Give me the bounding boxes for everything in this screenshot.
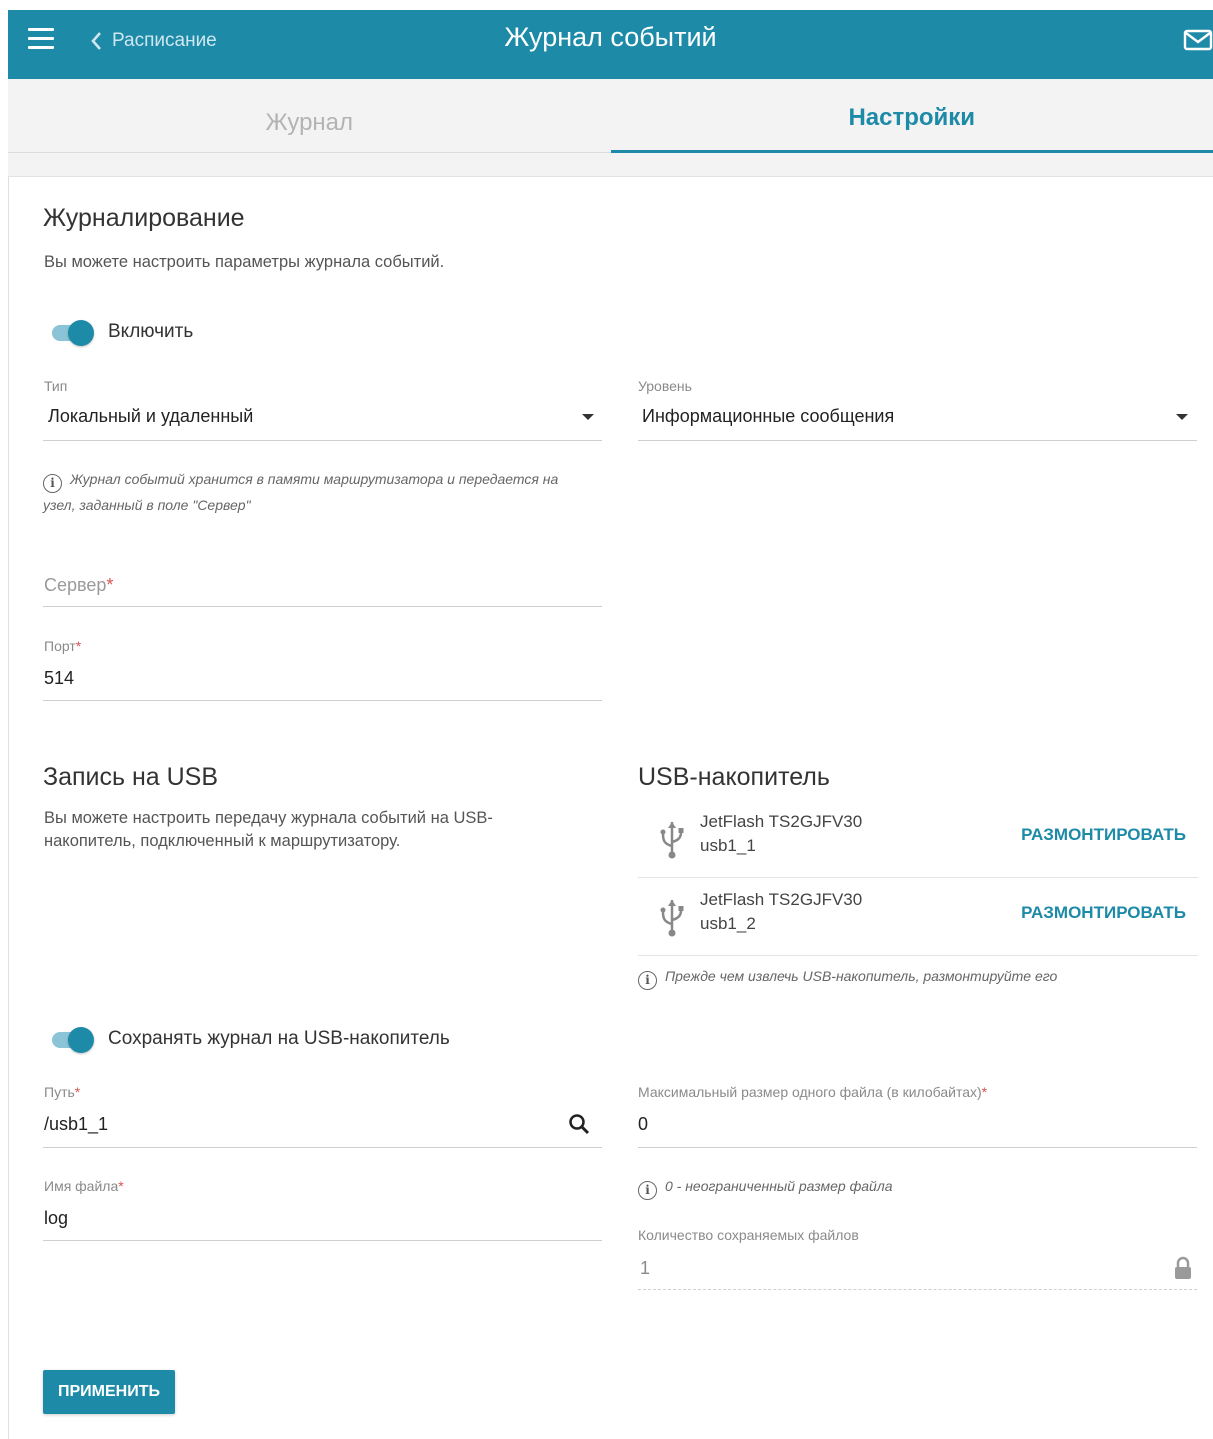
max-size-underline <box>638 1147 1197 1148</box>
server-input[interactable]: Сервер* <box>44 575 113 596</box>
max-size-label: Максимальный размер одного файла (в кило… <box>638 1084 988 1100</box>
lock-icon <box>1175 1256 1191 1279</box>
usb-device-row: JetFlash TS2GJFV30 usb1_2 РАЗМОНТИРОВАТЬ <box>638 878 1198 956</box>
type-note-line2: узел, заданный в поле "Сервер" <box>43 497 251 513</box>
tab-settings[interactable]: Настройки <box>610 79 1213 153</box>
save-usb-toggle[interactable] <box>48 1027 94 1053</box>
server-underline <box>43 606 602 607</box>
usb-drive-note: i Прежде чем извлечь USB-накопитель, разм… <box>638 964 1198 990</box>
row-divider <box>638 955 1198 956</box>
tab-journal[interactable]: Журнал <box>8 79 611 152</box>
filename-underline <box>43 1240 602 1241</box>
port-input[interactable]: 514 <box>44 668 74 689</box>
caret-down-icon[interactable] <box>582 414 594 420</box>
usb-device-id: usb1_1 <box>700 836 756 855</box>
usb-icon <box>660 822 684 859</box>
level-underline <box>638 440 1197 441</box>
enable-label: Включить <box>108 321 194 342</box>
info-icon: i <box>638 1181 657 1200</box>
logging-description: Вы можете настроить параметры журнала со… <box>44 253 445 271</box>
logging-heading: Журналирование <box>43 204 245 232</box>
usb-icon <box>660 900 684 937</box>
server-placeholder: Сервер <box>44 575 107 595</box>
type-select[interactable]: Локальный и удаленный <box>48 406 598 432</box>
enable-toggle[interactable] <box>48 320 94 346</box>
file-count-underline <box>638 1289 1197 1290</box>
filename-input[interactable]: log <box>44 1208 68 1229</box>
max-size-note: i0 - неограниченный размер файла <box>638 1174 1198 1200</box>
usb-device-name: JetFlash TS2GJFV30 <box>700 890 863 909</box>
save-usb-label: Сохранять журнал на USB-накопитель <box>108 1028 450 1049</box>
level-label: Уровень <box>638 378 692 394</box>
file-count-label: Количество сохраняемых файлов <box>638 1227 859 1243</box>
usb-drive-heading: USB-накопитель <box>638 763 830 791</box>
level-select[interactable]: Информационные сообщения <box>642 406 1192 432</box>
type-label: Тип <box>44 378 68 394</box>
tab-bar: Журнал Настройки <box>8 79 1213 153</box>
unmount-button[interactable]: РАЗМОНТИРОВАТЬ <box>1021 825 1186 845</box>
info-icon: i <box>638 971 657 990</box>
unmount-button[interactable]: РАЗМОНТИРОВАТЬ <box>1021 903 1186 923</box>
apply-button[interactable]: ПРИМЕНИТЬ <box>43 1370 175 1414</box>
usb-device-name: JetFlash TS2GJFV30 <box>700 812 863 831</box>
tab-divider <box>8 153 1213 177</box>
usb-device-row: JetFlash TS2GJFV30 usb1_1 РАЗМОНТИРОВАТЬ <box>638 800 1198 878</box>
port-underline <box>43 700 602 701</box>
path-underline <box>43 1147 602 1148</box>
page-title: Журнал событий <box>504 22 717 52</box>
type-underline <box>43 440 602 441</box>
search-icon[interactable] <box>568 1113 590 1135</box>
port-label: Порт* <box>44 638 82 654</box>
usb-device-id: usb1_2 <box>700 914 756 933</box>
path-label: Путь* <box>44 1084 81 1100</box>
type-note-line1: Журнал событий хранится в памяти маршрут… <box>70 471 559 487</box>
file-count-input: 1 <box>640 1258 651 1278</box>
mail-icon[interactable] <box>1183 28 1213 52</box>
path-input[interactable]: /usb1_1 <box>44 1114 108 1135</box>
info-icon: i <box>43 474 62 493</box>
usb-logging-description: Вы можете настроить передачу журнала соб… <box>44 809 493 850</box>
filename-label: Имя файла* <box>44 1178 124 1194</box>
usb-logging-heading: Запись на USB <box>43 763 219 791</box>
top-bar: Расписание Журнал событий <box>8 10 1213 79</box>
caret-down-icon[interactable] <box>1176 414 1188 420</box>
max-size-input[interactable]: 0 <box>638 1114 648 1135</box>
type-note: i Журнал событий хранится в памяти маршру… <box>43 467 603 517</box>
